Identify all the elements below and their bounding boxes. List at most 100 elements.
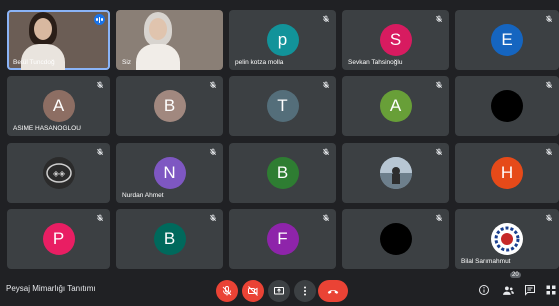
avatar: T (266, 90, 299, 122)
camera-toggle-button[interactable] (242, 280, 264, 302)
mic-off-icon (546, 214, 552, 221)
muted-indicator (544, 147, 554, 157)
participant-tile[interactable]: B (116, 209, 223, 269)
mic-off-icon (97, 214, 103, 221)
avatar: B (266, 157, 299, 189)
mic-off-icon (323, 15, 329, 22)
mic-off-icon (436, 148, 442, 155)
mic-off-icon (323, 81, 329, 88)
avatar: S (379, 24, 412, 56)
muted-indicator (544, 213, 554, 223)
participant-name: ASIME HASANOGLOU (13, 125, 81, 132)
participants-button[interactable] (500, 282, 516, 298)
participant-name: Betül Tuncdoğ (13, 59, 55, 66)
avatar: E (491, 24, 523, 56)
muted-indicator (321, 14, 331, 24)
participant-tile[interactable]: N Nurdan Ahmet (116, 143, 223, 203)
muted-indicator (434, 213, 444, 223)
mic-toggle-button[interactable] (216, 280, 238, 302)
avatar: N (153, 157, 186, 189)
mic-off-icon (97, 148, 103, 155)
emblem-icon (492, 224, 522, 254)
participant-tile[interactable]: Betül Tuncdoğ (7, 10, 110, 70)
more-vert-icon (304, 286, 306, 296)
avatar (491, 90, 523, 122)
participant-name: Nurdan Ahmet (122, 192, 164, 199)
participant-name: Bilal Sarımahmut (461, 258, 511, 265)
mic-off-icon (436, 81, 442, 88)
more-options-button[interactable] (294, 280, 316, 302)
participant-tile[interactable]: A (342, 76, 449, 136)
muted-indicator (434, 147, 444, 157)
activities-button[interactable] (543, 282, 559, 298)
mic-off-icon (210, 214, 216, 221)
avatar: B (153, 90, 186, 122)
participant-tile[interactable] (342, 209, 449, 269)
leave-call-button[interactable] (318, 280, 348, 302)
participant-tile[interactable]: S Sevkan Tahsinoğlu (342, 10, 449, 70)
logo-icon: ◈◈ (45, 163, 72, 183)
meeting-title: Peysaj Mimarlığı Tanıtımı (6, 284, 96, 293)
participant-tile[interactable]: E (455, 10, 559, 70)
muted-indicator (544, 14, 554, 24)
muted-indicator (95, 213, 105, 223)
avatar (379, 157, 412, 189)
participant-tile[interactable]: B (116, 76, 223, 136)
muted-indicator (321, 80, 331, 90)
mic-off-icon (97, 81, 103, 88)
mic-off-icon (546, 148, 552, 155)
chat-icon (525, 285, 535, 296)
avatar: P (42, 223, 75, 255)
profile-photo (379, 157, 412, 189)
mic-off-icon (546, 81, 552, 88)
camera-off-icon (248, 286, 258, 296)
present-icon (274, 287, 284, 295)
avatar (491, 223, 523, 255)
participant-tile[interactable]: Siz (116, 10, 223, 70)
participant-tile[interactable]: H (455, 143, 559, 203)
chat-button[interactable] (522, 282, 538, 298)
avatar: B (153, 223, 186, 255)
participant-count-badge: 20 (510, 272, 521, 278)
mic-off-icon (210, 148, 216, 155)
participant-tile[interactable]: P (7, 209, 110, 269)
participant-tile[interactable]: F (229, 209, 336, 269)
participant-tile[interactable]: p pelin kotza molla (229, 10, 336, 70)
muted-indicator (208, 147, 218, 157)
bottom-toolbar: Peysaj Mimarlığı Tanıtımı 20 (0, 270, 559, 306)
mic-off-icon (222, 286, 232, 296)
activities-icon (546, 285, 556, 295)
participant-grid: Betül Tuncdoğ Siz p pelin kotza molla S Sevka… (0, 0, 559, 270)
muted-indicator (434, 80, 444, 90)
avatar: p (266, 24, 299, 56)
participant-tile[interactable]: B (229, 143, 336, 203)
avatar: F (266, 223, 299, 255)
avatar: A (42, 90, 75, 122)
avatar: A (379, 90, 412, 122)
mic-off-icon (323, 148, 329, 155)
meeting-info-button[interactable] (476, 282, 492, 298)
avatar: H (491, 157, 523, 189)
mic-off-icon (436, 214, 442, 221)
participant-tile[interactable]: A ASIME HASANOGLOU (7, 76, 110, 136)
people-icon (502, 285, 514, 295)
avatar: ◈◈ (42, 157, 75, 189)
participant-name: pelin kotza molla (235, 59, 284, 66)
camera-video (116, 10, 223, 70)
participant-tile[interactable]: T (229, 76, 336, 136)
present-screen-button[interactable] (268, 280, 290, 302)
mic-off-icon (546, 15, 552, 22)
participant-name: Siz (122, 59, 132, 66)
avatar (379, 223, 412, 255)
participant-tile[interactable] (455, 76, 559, 136)
participant-tile[interactable] (342, 143, 449, 203)
participant-tile[interactable]: Bilal Sarımahmut (455, 209, 559, 269)
participant-name: Sevkan Tahsinoğlu (348, 59, 403, 66)
muted-indicator (321, 213, 331, 223)
participant-tile[interactable]: ◈◈ (7, 143, 110, 203)
muted-indicator (321, 147, 331, 157)
mic-off-icon (323, 214, 329, 221)
muted-indicator (95, 80, 105, 90)
svg-text:◈◈: ◈◈ (52, 169, 65, 178)
speaking-indicator-icon (94, 14, 105, 25)
